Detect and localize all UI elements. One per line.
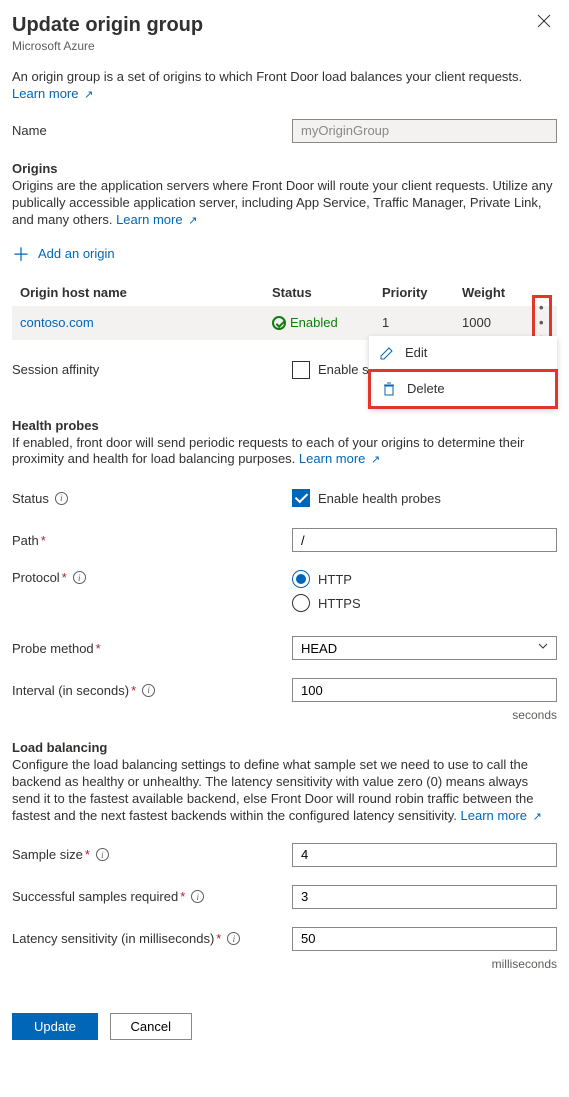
- intro-learn-more-link[interactable]: Learn more ↗: [12, 86, 93, 101]
- session-affinity-checkbox[interactable]: [292, 361, 310, 379]
- latency-input[interactable]: [292, 927, 557, 951]
- protocol-https-radio[interactable]: HTTPS: [292, 594, 557, 612]
- origins-learn-more-link[interactable]: Learn more ↗: [116, 212, 197, 227]
- path-label: Path: [12, 533, 39, 548]
- origin-row[interactable]: contoso.com Enabled 1 1000 • • • Edit De…: [12, 306, 557, 340]
- external-link-icon: ↗: [533, 811, 542, 823]
- lb-learn-more-link[interactable]: Learn more ↗: [461, 808, 542, 823]
- name-input: [292, 119, 557, 143]
- info-icon[interactable]: i: [191, 890, 204, 903]
- health-status-label: Status: [12, 491, 49, 506]
- probe-method-label: Probe method: [12, 641, 94, 656]
- col-header-status: Status: [272, 285, 382, 300]
- menu-edit-label: Edit: [405, 345, 427, 360]
- info-icon[interactable]: i: [55, 492, 68, 505]
- origins-heading: Origins: [12, 161, 557, 176]
- health-heading: Health probes: [12, 418, 557, 433]
- menu-item-delete[interactable]: Delete: [371, 372, 555, 406]
- session-affinity-label: Session affinity: [12, 362, 292, 377]
- info-icon[interactable]: i: [142, 684, 155, 697]
- plus-icon: ＋: [12, 241, 30, 267]
- col-header-weight: Weight: [462, 285, 532, 300]
- successful-samples-label: Successful samples required: [12, 889, 178, 904]
- row-context-menu: Edit Delete: [369, 336, 557, 408]
- info-icon[interactable]: i: [96, 848, 109, 861]
- info-icon[interactable]: i: [227, 932, 240, 945]
- successful-samples-input[interactable]: [292, 885, 557, 909]
- pencil-icon: [379, 345, 395, 361]
- latency-label: Latency sensitivity (in milliseconds): [12, 931, 214, 946]
- name-label: Name: [12, 123, 292, 138]
- sample-size-label: Sample size: [12, 847, 83, 862]
- interval-input[interactable]: [292, 678, 557, 702]
- interval-label: Interval (in seconds): [12, 683, 129, 698]
- protocol-label: Protocol: [12, 570, 60, 585]
- menu-item-edit[interactable]: Edit: [369, 336, 557, 370]
- external-link-icon: ↗: [84, 89, 93, 101]
- check-circle-icon: [272, 316, 286, 330]
- add-origin-button[interactable]: ＋ Add an origin: [12, 241, 557, 267]
- add-origin-label: Add an origin: [38, 246, 115, 261]
- col-header-priority: Priority: [382, 285, 462, 300]
- cancel-button[interactable]: Cancel: [110, 1013, 192, 1040]
- origin-priority: 1: [382, 315, 462, 330]
- origin-status: Enabled: [272, 315, 382, 330]
- path-input[interactable]: [292, 528, 557, 552]
- update-button[interactable]: Update: [12, 1013, 98, 1040]
- enable-health-probes-checkbox[interactable]: [292, 489, 310, 507]
- origin-weight: 1000: [462, 315, 532, 330]
- col-header-host: Origin host name: [12, 285, 272, 300]
- enable-health-probes-label: Enable health probes: [318, 491, 441, 506]
- latency-unit: milliseconds: [12, 957, 557, 971]
- external-link-icon: ↗: [371, 454, 380, 466]
- info-icon[interactable]: i: [73, 571, 86, 584]
- origin-host-link[interactable]: contoso.com: [20, 315, 94, 330]
- menu-delete-label: Delete: [407, 381, 445, 396]
- origins-desc: Origins are the application servers wher…: [12, 178, 557, 229]
- external-link-icon: ↗: [188, 215, 197, 227]
- panel-subtitle: Microsoft Azure: [12, 39, 203, 53]
- probe-method-select[interactable]: [292, 636, 557, 660]
- health-learn-more-link[interactable]: Learn more ↗: [299, 451, 380, 466]
- health-desc: If enabled, front door will send periodi…: [12, 435, 557, 469]
- intro-text: An origin group is a set of origins to w…: [12, 69, 557, 86]
- panel-title: Update origin group: [12, 14, 203, 37]
- protocol-http-radio[interactable]: HTTP: [292, 570, 557, 588]
- lb-heading: Load balancing: [12, 740, 557, 755]
- lb-desc: Configure the load balancing settings to…: [12, 757, 557, 825]
- sample-size-input[interactable]: [292, 843, 557, 867]
- interval-unit: seconds: [12, 708, 557, 722]
- trash-icon: [381, 381, 397, 397]
- close-icon: [537, 14, 551, 28]
- close-button[interactable]: [531, 10, 557, 37]
